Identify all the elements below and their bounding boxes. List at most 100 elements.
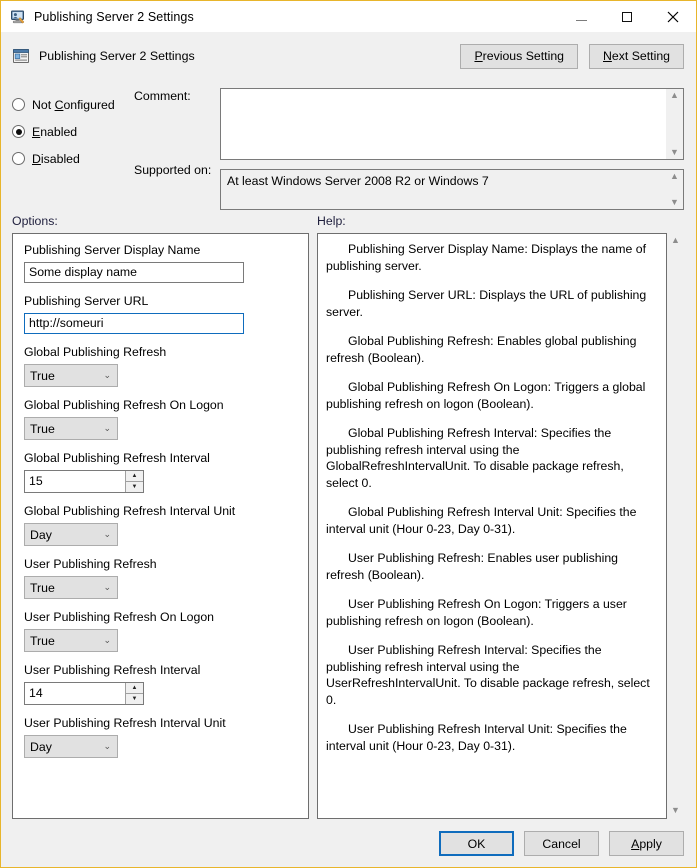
- option-label: Global Publishing Refresh Interval Unit: [24, 504, 297, 518]
- comment-textarea[interactable]: ▲ ▼: [220, 88, 684, 160]
- next-setting-button[interactable]: Next Setting: [589, 44, 684, 69]
- caption-button-group: [558, 1, 696, 32]
- option-field: Global Publishing Refresh Interval 15▲▼: [24, 451, 297, 493]
- scroll-down-icon[interactable]: ▼: [670, 198, 679, 207]
- chevron-down-icon: ⌄: [103, 371, 111, 380]
- previous-setting-label-rest: revious Setting: [483, 49, 564, 63]
- close-button[interactable]: [650, 1, 696, 32]
- help-scrollbar[interactable]: ▲ ▼: [667, 233, 684, 819]
- help-paragraph: User Publishing Refresh Interval: Specif…: [326, 642, 656, 708]
- radio-enabled[interactable]: Enabled: [12, 118, 134, 145]
- option-dropdown-value: Day: [30, 740, 103, 754]
- option-dropdown[interactable]: True⌄: [24, 629, 118, 652]
- spinner-down-icon[interactable]: ▼: [126, 694, 143, 704]
- option-dropdown-value: True: [30, 581, 103, 595]
- help-paragraph: User Publishing Refresh Interval Unit: S…: [326, 721, 656, 754]
- option-field: Global Publishing Refresh Interval Unit D…: [24, 504, 297, 546]
- supported-on-text: At least Windows Server 2008 R2 or Windo…: [221, 170, 666, 209]
- comment-text[interactable]: [221, 89, 666, 159]
- maximize-button[interactable]: [604, 1, 650, 32]
- scroll-up-icon[interactable]: ▲: [670, 91, 679, 100]
- next-setting-label-rest: ext Setting: [612, 49, 670, 63]
- title-bar: Publishing Server 2 Settings: [1, 1, 696, 32]
- option-field: User Publishing Refresh True⌄: [24, 557, 297, 599]
- policy-state-radio-group: Not Configured Enabled Disabled: [12, 85, 134, 210]
- option-field: User Publishing Refresh Interval14▲▼: [24, 663, 297, 705]
- radio-not-configured[interactable]: Not Configured: [12, 91, 134, 118]
- window-title: Publishing Server 2 Settings: [34, 10, 194, 24]
- spinner-buttons: ▲▼: [125, 471, 143, 492]
- option-field: User Publishing Refresh Interval Unit Day…: [24, 716, 297, 758]
- help-paragraph: User Publishing Refresh On Logon: Trigge…: [326, 596, 656, 629]
- help-paragraph: Global Publishing Refresh On Logon: Trig…: [326, 379, 656, 412]
- spinner-up-icon[interactable]: ▲: [126, 683, 143, 694]
- scroll-down-icon[interactable]: ▼: [670, 148, 679, 157]
- radio-not-configured-label: Not Configured: [32, 98, 115, 112]
- dialog-footer: OK Cancel Apply: [1, 819, 696, 867]
- supported-on-box: At least Windows Server 2008 R2 or Windo…: [220, 169, 684, 210]
- option-text-input[interactable]: http://someuri: [24, 313, 244, 334]
- setting-header: Publishing Server 2 Settings Previous Se…: [1, 32, 696, 80]
- comment-supported-labels: Comment: Supported on:: [134, 85, 220, 210]
- scroll-up-icon[interactable]: ▲: [671, 236, 680, 245]
- option-dropdown[interactable]: Day⌄: [24, 735, 118, 758]
- option-spinner[interactable]: 15▲▼: [24, 470, 144, 493]
- option-label: User Publishing Refresh Interval Unit: [24, 716, 297, 730]
- help-paragraph: Global Publishing Refresh Interval Unit:…: [326, 504, 656, 537]
- help-paragraph: Publishing Server Display Name: Displays…: [326, 241, 656, 274]
- minimize-button[interactable]: [558, 1, 604, 32]
- help-text-box: Publishing Server Display Name: Displays…: [317, 233, 667, 819]
- option-field: Global Publishing Refresh On Logon True⌄: [24, 398, 297, 440]
- computer-monitor-icon: [10, 9, 26, 25]
- option-dropdown[interactable]: True⌄: [24, 576, 118, 599]
- chevron-down-icon: ⌄: [103, 636, 111, 645]
- maximize-icon: [622, 12, 632, 22]
- option-label: User Publishing Refresh: [24, 557, 297, 571]
- comment-label: Comment:: [134, 89, 220, 163]
- setting-nav-buttons: Previous Setting Next Setting: [460, 44, 684, 69]
- panel-header-row: Options: Help:: [1, 210, 696, 233]
- option-label: User Publishing Refresh On Logon: [24, 610, 297, 624]
- help-paragraph: User Publishing Refresh: Enables user pu…: [326, 550, 656, 583]
- chevron-down-icon: ⌄: [103, 742, 111, 751]
- option-field: Global Publishing RefreshTrue⌄: [24, 345, 297, 387]
- previous-setting-button[interactable]: Previous Setting: [460, 44, 578, 69]
- settings-dialog-window: Publishing Server 2 Settings: [0, 0, 697, 868]
- supported-on-scrollbar[interactable]: ▲ ▼: [666, 170, 683, 209]
- close-icon: [667, 11, 679, 23]
- supported-on-label: Supported on:: [134, 163, 220, 177]
- radio-disabled[interactable]: Disabled: [12, 145, 134, 172]
- scroll-down-icon[interactable]: ▼: [671, 806, 680, 815]
- option-label: Publishing Server URL: [24, 294, 297, 308]
- cancel-button[interactable]: Cancel: [524, 831, 599, 856]
- radio-disabled-mark: [12, 152, 25, 165]
- option-label: Global Publishing Refresh On Logon: [24, 398, 297, 412]
- comment-scrollbar[interactable]: ▲ ▼: [666, 89, 683, 159]
- scroll-up-icon[interactable]: ▲: [670, 172, 679, 181]
- radio-enabled-label: Enabled: [32, 125, 77, 139]
- option-dropdown[interactable]: Day⌄: [24, 523, 118, 546]
- help-panel: Publishing Server Display Name: Displays…: [317, 233, 684, 819]
- ok-button[interactable]: OK: [439, 831, 514, 856]
- option-label: Global Publishing Refresh Interval: [24, 451, 297, 465]
- option-dropdown-value: Day: [30, 528, 103, 542]
- option-dropdown[interactable]: True⌄: [24, 417, 118, 440]
- chevron-down-icon: ⌄: [103, 424, 111, 433]
- option-field: Publishing Server Display NameSome displ…: [24, 243, 297, 283]
- option-spinner[interactable]: 14▲▼: [24, 682, 144, 705]
- option-spinner-value[interactable]: 15: [25, 471, 125, 492]
- option-spinner-value[interactable]: 14: [25, 683, 125, 704]
- help-paragraph: Publishing Server URL: Displays the URL …: [326, 287, 656, 320]
- option-dropdown-value: True: [30, 422, 103, 436]
- option-text-input[interactable]: Some display name: [24, 262, 244, 283]
- spinner-down-icon[interactable]: ▼: [126, 482, 143, 492]
- help-paragraph: Global Publishing Refresh Interval: Spec…: [326, 425, 656, 491]
- option-field: Publishing Server URL http://someuri: [24, 294, 297, 334]
- option-dropdown[interactable]: True⌄: [24, 364, 118, 387]
- setting-title: Publishing Server 2 Settings: [39, 49, 195, 63]
- spinner-up-icon[interactable]: ▲: [126, 471, 143, 482]
- apply-button[interactable]: Apply: [609, 831, 684, 856]
- comment-supported-boxes: ▲ ▼ At least Windows Server 2008 R2 or W…: [220, 85, 684, 210]
- options-panel: Publishing Server Display NameSome displ…: [12, 233, 309, 819]
- radio-enabled-mark: [12, 125, 25, 138]
